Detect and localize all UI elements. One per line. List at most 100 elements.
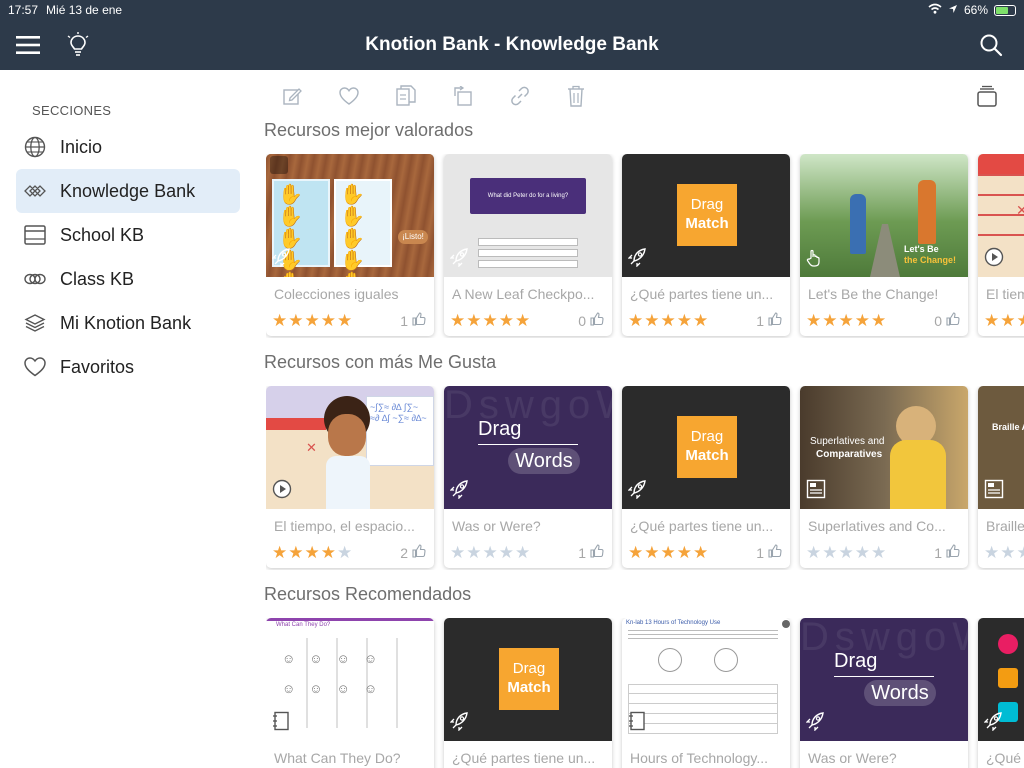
star-filled-icon: ★ — [693, 311, 709, 330]
star-empty-icon: ★ — [466, 543, 482, 562]
star-empty-icon: ★ — [515, 543, 531, 562]
star-filled-icon: ★ — [320, 311, 336, 330]
card-title: Braille — [986, 518, 1024, 534]
heart-icon[interactable] — [337, 84, 361, 108]
card-thumbnail: Kn-lab 13 Hours of Technology Use — [622, 618, 790, 741]
resource-card[interactable]: What did Peter do for a living? A New Le… — [444, 154, 612, 336]
document-icon — [984, 479, 1004, 504]
wifi-icon — [928, 3, 942, 17]
star-filled-icon: ★ — [676, 543, 692, 562]
resource-card[interactable]: Let's Be the Change! Let's Be the Change… — [800, 154, 968, 336]
move-icon[interactable] — [451, 84, 475, 108]
chain-icon — [24, 268, 46, 290]
resource-card[interactable]: Drag Match ¿Qué partes tiene un... ★ ★ ★ ★ ★ … — [622, 386, 790, 568]
sidebar-item-inicio[interactable]: Inicio — [16, 125, 240, 169]
copy-icon[interactable] — [394, 84, 418, 108]
card-title: What Can They Do? — [274, 750, 401, 766]
like-count: 2 — [400, 544, 426, 561]
card-title: A New Leaf Checkpo... — [452, 286, 595, 302]
star-filled-icon: ★ — [838, 311, 854, 330]
match-label: Match — [685, 447, 729, 464]
card-title: Superlatives and Co... — [808, 518, 946, 534]
link-icon[interactable] — [508, 84, 532, 108]
star-filled-icon: ★ — [304, 311, 320, 330]
resource-card[interactable]: Drag Match ¿Qué partes tiene un... — [444, 618, 612, 768]
card-title: Was or Were? — [808, 750, 897, 766]
card-thumbnail: Let's Be the Change! — [800, 154, 968, 277]
layers-icon — [24, 312, 46, 334]
star-filled-icon: ★ — [288, 311, 304, 330]
star-filled-icon: ★ — [466, 311, 482, 330]
like-count: 1 — [756, 544, 782, 561]
star-filled-icon: ★ — [515, 311, 531, 330]
like-count: 1 — [934, 544, 960, 561]
sidebar-item-label: Inicio — [60, 136, 103, 157]
star-empty-icon: ★ — [854, 543, 870, 562]
rocket-icon — [449, 479, 470, 504]
thumbs-up-icon — [590, 312, 604, 329]
sidebar-item-label: Mi Knotion Bank — [60, 312, 192, 333]
card-thumbnail: DswgoWa Drag Words — [800, 618, 968, 741]
card-thumbnail: What Can They Do? ☺☺☺☺ ☺☺☺☺ — [266, 618, 434, 741]
sidebar-item-label: Class KB — [60, 268, 135, 289]
status-bar: 17:57 Mié 13 de ene 66% — [0, 0, 1024, 20]
hamburger-menu-icon[interactable] — [14, 31, 42, 59]
rocket-icon — [627, 247, 648, 272]
star-empty-icon: ★ — [1000, 543, 1016, 562]
resource-card[interactable]: What Can They Do? ☺☺☺☺ ☺☺☺☺ What Can The… — [266, 618, 434, 768]
thumb-caption-line1: Superlatives and — [810, 436, 885, 447]
location-icon — [948, 3, 958, 17]
trash-icon[interactable] — [564, 84, 588, 108]
sidebar-item-class-kb[interactable]: Class KB — [16, 257, 240, 301]
resource-card[interactable]: Drag Match ¿Qué partes tiene un... ★ ★ ★ ★ ★ … — [622, 154, 790, 336]
star-filled-icon: ★ — [676, 311, 692, 330]
resource-card[interactable]: Braille A Braille ★★★★★ — [978, 386, 1024, 568]
thumb-caption-line1: Braille A — [992, 422, 1024, 432]
like-count: 0 — [934, 312, 960, 329]
lightbulb-icon[interactable] — [64, 31, 92, 59]
star-empty-icon: ★ — [1017, 544, 1024, 561]
heart-icon — [24, 356, 46, 378]
quiz-question: What did Peter do for a living? — [470, 178, 586, 214]
resource-card[interactable]: DswgoWa Drag Words Was or Were? — [800, 618, 968, 768]
like-count: 1 — [400, 312, 426, 329]
thumb-caption-line2: the Change! — [904, 255, 957, 265]
like-count-value: 0 — [934, 312, 942, 329]
star-rating: ★★★★★ — [806, 312, 886, 329]
resource-card[interactable]: ✕ El tiem ★★★★★ — [978, 154, 1024, 336]
star-filled-icon: ★ — [660, 543, 676, 562]
sidebar-item-label: Favoritos — [60, 356, 135, 377]
search-icon[interactable] — [977, 31, 1005, 59]
resource-row-most-liked: ~∫∑≈ ∂∆ ∫∑~ ≈∂ ∆∫ ~∑≈ ∂∆~ ✕ El tiempo, e… — [266, 386, 1024, 570]
edit-icon[interactable] — [280, 84, 304, 108]
star-empty-icon: ★ — [482, 543, 498, 562]
star-rating: ★★★★★ — [628, 312, 708, 329]
star-filled-icon: ★ — [628, 311, 644, 330]
globe-icon — [24, 136, 46, 158]
resource-card[interactable]: Kn-lab 13 Hours of Technology Use Hours … — [622, 618, 790, 768]
star-rating: ★★★★★ — [450, 312, 530, 329]
star-filled-icon: ★ — [288, 543, 304, 562]
rocket-icon — [805, 711, 826, 736]
star-filled-icon: ★ — [644, 543, 660, 562]
card-thumbnail: Drag Match — [622, 154, 790, 277]
sidebar-item-knowledge-bank[interactable]: Knowledge Bank — [16, 169, 240, 213]
resource-card[interactable]: DswgoWa Drag Words Was or Were? ★★★★★ 1 — [444, 386, 612, 568]
star-empty-icon: ★ — [871, 543, 887, 562]
star-filled-icon: ★ — [1000, 311, 1016, 330]
star-filled-icon: ★ — [822, 311, 838, 330]
thumbs-up-icon — [590, 544, 604, 561]
card-thumbnail: ✕ — [978, 154, 1024, 277]
stack-icon[interactable] — [975, 84, 999, 108]
resource-card[interactable]: ¿Qué — [978, 618, 1024, 768]
page-title: Knotion Bank - Knowledge Bank — [365, 34, 659, 55]
sidebar-item-school-kb[interactable]: School KB — [16, 213, 240, 257]
like-count-value: 1 — [756, 312, 764, 329]
sidebar: SECCIONES Inicio Knowledge Bank School K… — [0, 70, 254, 768]
thumbs-up-icon — [412, 544, 426, 561]
resource-card[interactable]: ✋✋✋✋✋✋ ✋✋✋✋✋✋ ¡Listo! Colecciones iguale… — [266, 154, 434, 336]
resource-card[interactable]: ~∫∑≈ ∂∆ ∫∑~ ≈∂ ∆∫ ~∑≈ ∂∆~ ✕ El tiempo, e… — [266, 386, 434, 568]
sidebar-item-mi-knotion-bank[interactable]: Mi Knotion Bank — [16, 301, 240, 345]
resource-card[interactable]: Superlatives and Comparatives Superlativ… — [800, 386, 968, 568]
sidebar-item-favoritos[interactable]: Favoritos — [16, 345, 240, 389]
